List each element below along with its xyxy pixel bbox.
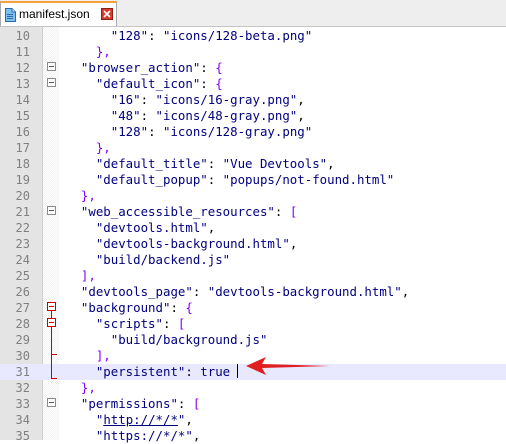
fold-toggle-scripts[interactable] [47,318,56,327]
code-text: "web_accessible_resources": [ [80,204,298,219]
code-text: "default_title": "Vue Devtools", [95,156,335,171]
fold-toggle-permissions[interactable] [47,398,56,407]
line-number: 16 [15,125,30,139]
line-number: 29 [15,333,30,347]
code-text: ], [95,348,111,363]
code-text: "128": "icons/128-gray.png" [110,124,313,139]
code-text: "48": "icons/48-gray.png", [110,108,305,123]
code-line[interactable]: 13 "default_icon": { [0,76,506,92]
code-text: "devtools_page": "devtools-background.ht… [80,284,410,299]
line-number: 26 [15,285,30,299]
code-line[interactable]: 16 "128": "icons/128-gray.png" [0,124,506,140]
code-text: "browser_action": { [80,60,223,75]
code-text: }, [80,380,96,395]
fold-guide-line [51,327,52,378]
code-text: "default_icon": { [95,76,223,91]
line-number: 31 [15,365,30,379]
line-number: 33 [15,397,30,411]
fold-toggle-background[interactable] [47,302,56,311]
tab-manifest-json[interactable]: manifest.json [0,1,117,26]
code-text: }, [95,140,111,155]
text-cursor [237,364,238,378]
code-line[interactable]: 10 "128": "icons/128-beta.png" [0,28,506,44]
line-number: 24 [15,253,30,267]
code-line[interactable]: 14 "16": "icons/16-gray.png", [0,92,506,108]
code-text: ], [80,268,96,283]
line-number: 32 [15,381,30,395]
line-number: 30 [15,349,30,363]
code-text: "16": "icons/16-gray.png", [110,92,305,107]
fold-toggle-web-accessible-resources[interactable] [47,206,56,215]
code-line[interactable]: 11 }, [0,44,506,60]
code-text: "background": { [80,300,193,315]
line-number: 11 [15,45,30,59]
line-number: 17 [15,141,30,155]
code-text: "128": "icons/128-beta.png" [110,28,313,43]
code-text: "default_popup": "popups/not-found.html" [95,172,395,187]
file-icon [5,7,16,22]
code-line[interactable]: 27 "background": { [0,300,506,316]
code-line[interactable]: 25 ], [0,268,506,284]
code-text: "https://*/*", [95,428,201,443]
line-number: 34 [15,413,30,427]
red-arrow-icon [246,357,330,375]
line-number: 19 [15,173,30,187]
code-line[interactable]: 18 "default_title": "Vue Devtools", [0,156,506,172]
line-number: 12 [15,61,30,75]
code-line[interactable]: 24 "build/backend.js" [0,252,506,268]
fold-guide-line [51,311,52,318]
code-line[interactable]: 15 "48": "icons/48-gray.png", [0,108,506,124]
tab-bar: manifest.json [0,0,506,27]
code-line[interactable]: 32 }, [0,380,506,396]
line-number: 21 [15,205,30,219]
close-icon[interactable] [101,8,113,20]
line-number: 13 [15,77,30,91]
code-text: "devtools-background.html", [95,236,298,251]
fold-end-marker [51,354,57,355]
line-number: 27 [15,301,30,315]
line-number: 22 [15,221,30,235]
fold-end-marker [51,378,57,379]
code-line[interactable]: 23 "devtools-background.html", [0,236,506,252]
code-line[interactable]: 17 }, [0,140,506,156]
line-number: 35 [15,429,30,443]
code-text: "build/background.js" [110,332,268,347]
code-text: "http://*/*", [95,412,193,427]
code-line[interactable]: 22 "devtools.html", [0,220,506,236]
code-editor[interactable]: 10 "128": "icons/128-beta.png" 11 }, 12 "b… [0,27,506,443]
line-number: 10 [15,29,30,43]
code-line[interactable]: 35 "https://*/*", [0,428,506,444]
line-number: 25 [15,269,30,283]
code-text: "scripts": [ [95,316,186,331]
code-line[interactable]: 20 }, [0,188,506,204]
fold-toggle-default-icon[interactable] [47,78,56,87]
code-text: "persistent": true [95,364,231,379]
code-line[interactable]: 29 "build/background.js" [0,332,506,348]
code-text: "build/backend.js" [95,252,231,267]
code-line[interactable]: 12 "browser_action": { [0,60,506,76]
code-text: }, [80,188,96,203]
code-line[interactable]: 19 "default_popup": "popups/not-found.ht… [0,172,506,188]
line-number: 23 [15,237,30,251]
code-line[interactable]: 28 "scripts": [ [0,316,506,332]
code-line[interactable]: 26 "devtools_page": "devtools-background… [0,284,506,300]
line-number: 14 [15,93,30,107]
line-number: 18 [15,157,30,171]
code-text: "devtools.html", [95,220,216,235]
code-line[interactable]: 34 "http://*/*", [0,412,506,428]
line-number: 28 [15,317,30,331]
code-text: "permissions": [ [80,396,201,411]
code-line[interactable]: 21 "web_accessible_resources": [ [0,204,506,220]
line-number: 20 [15,189,30,203]
line-number: 15 [15,109,30,123]
fold-toggle-browser-action[interactable] [47,62,56,71]
tab-label: manifest.json [19,7,90,21]
code-text: }, [95,44,111,59]
code-line[interactable]: 33 "permissions": [ [0,396,506,412]
